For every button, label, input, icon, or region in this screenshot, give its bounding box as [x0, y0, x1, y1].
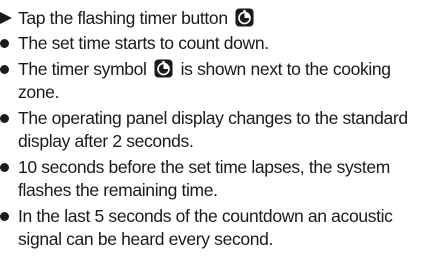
- bullet-text: The timer symbol: [18, 59, 147, 79]
- bullet-continuation: signal can be heard every second.: [18, 229, 274, 249]
- bullet-dot-icon: [0, 39, 9, 48]
- bullet-text: The operating panel display changes to t…: [18, 108, 408, 128]
- bullet-dot-icon: [0, 65, 9, 74]
- bullet-text: The set time starts to count down.: [18, 33, 269, 53]
- instruction-page: Tap the flashing timer button The set ti…: [0, 0, 447, 271]
- bullet-text: 10 seconds before the set time lapses, t…: [18, 157, 390, 177]
- bullet-continuation: display after 2 seconds.: [18, 131, 194, 151]
- bullet-text: is shown next to the cooking: [180, 59, 391, 79]
- step-text: Tap the flashing timer button: [18, 8, 228, 28]
- bullet-text: In the last 5 seconds of the countdown a…: [18, 206, 393, 226]
- bullet-continuation: flashes the remaining time.: [18, 180, 218, 200]
- timer-icon: [154, 59, 173, 78]
- bullet-dot-icon: [0, 212, 9, 221]
- timer-icon: [235, 8, 254, 27]
- bullet-dot-icon: [0, 163, 9, 172]
- bullet-continuation: zone.: [18, 82, 60, 102]
- step-arrow-icon: [0, 12, 12, 24]
- bullet-dot-icon: [0, 114, 9, 123]
